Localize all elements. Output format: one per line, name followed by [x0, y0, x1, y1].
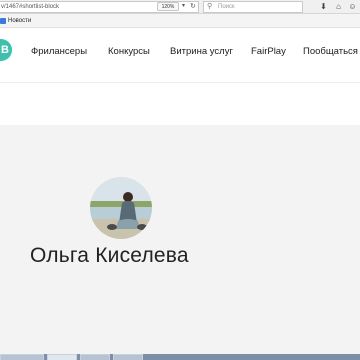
reload-icon[interactable]: ↻	[190, 2, 198, 11]
bookmarks-bar: Новости	[0, 14, 360, 28]
url-history-dropdown-icon[interactable]: ▾	[182, 3, 188, 10]
search-input[interactable]: ⚲ Поиск	[203, 1, 303, 13]
profile-name: Ольга Киселева	[30, 244, 189, 267]
nav-freelancers[interactable]: Фрилансеры	[31, 46, 87, 57]
bookmark-label: Новости	[8, 18, 32, 24]
download-icon[interactable]: ⬇	[318, 1, 329, 13]
home-icon[interactable]: ⌂	[333, 1, 344, 13]
taskbar-button[interactable]	[80, 354, 110, 360]
taskbar-button-active[interactable]	[47, 354, 77, 360]
site-logo[interactable]: B	[0, 39, 12, 61]
nav-services-showcase[interactable]: Витрина услуг	[170, 46, 233, 57]
avatar-photo	[90, 177, 152, 239]
bookmark-item[interactable]: Новости	[0, 16, 31, 26]
zoom-indicator[interactable]: 120%	[157, 2, 179, 11]
nav-chat[interactable]: Пообщаться	[303, 46, 358, 57]
taskbar-button[interactable]	[113, 354, 143, 360]
avatar[interactable]	[90, 177, 152, 239]
bookmark-favicon-icon	[0, 18, 6, 24]
taskbar-button[interactable]	[0, 354, 44, 360]
nav-fairplay[interactable]: FairPlay	[251, 46, 286, 57]
profile-section: Ольга Киселева	[0, 125, 360, 360]
os-taskbar	[0, 354, 360, 360]
search-icon: ⚲	[207, 3, 213, 10]
extension-icon[interactable]: ☺	[347, 1, 358, 13]
search-placeholder: Поиск	[218, 4, 235, 10]
nav-contests[interactable]: Конкурсы	[108, 46, 150, 57]
site-header: B Фрилансеры Конкурсы Витрина услуг Fair…	[0, 28, 360, 83]
browser-toolbar: v/1467#shortlist-block 120% ▾ ↻ ⚲ Поиск …	[0, 0, 360, 14]
